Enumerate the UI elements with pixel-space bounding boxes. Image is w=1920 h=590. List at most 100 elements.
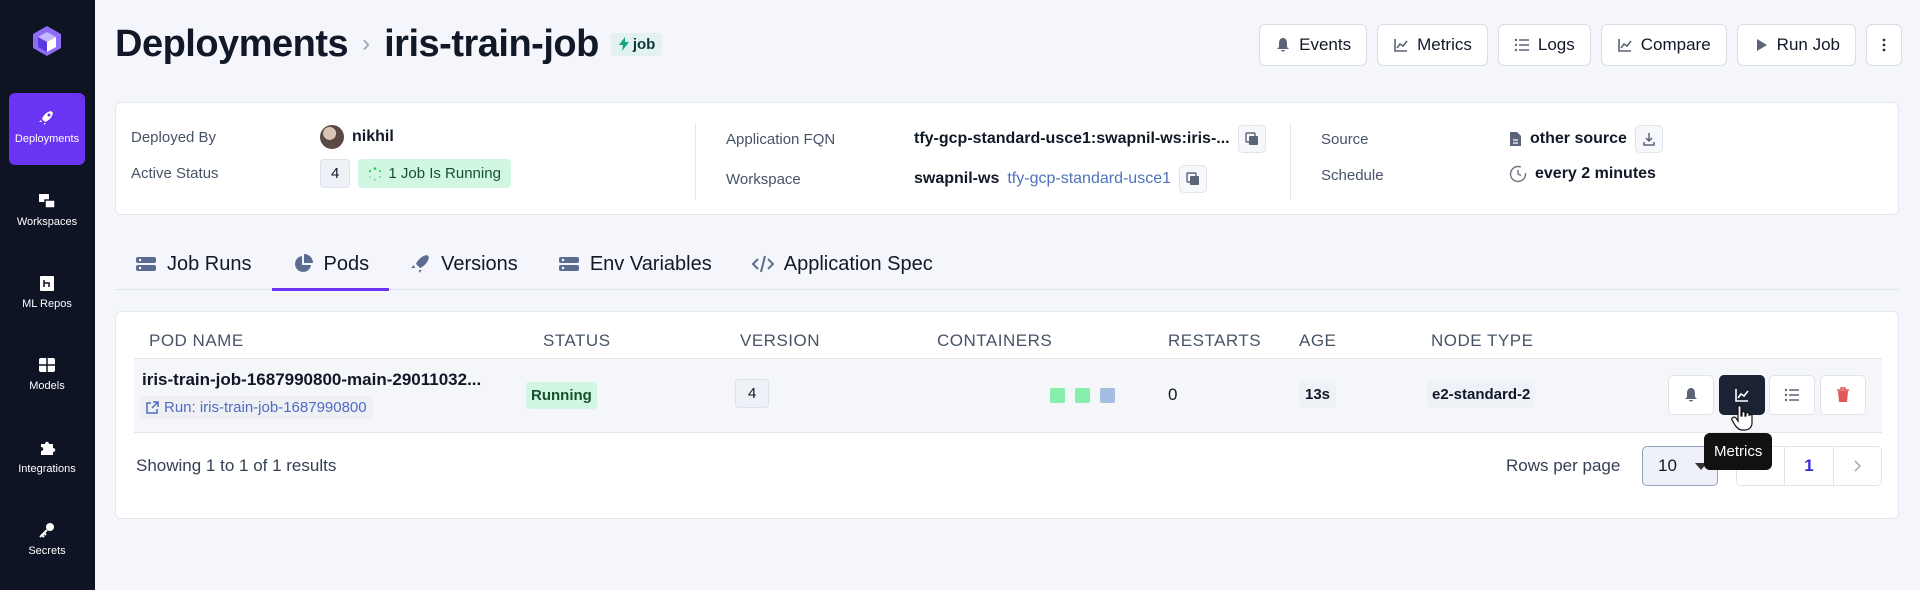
tab-env-variables[interactable]: Env Variables: [538, 238, 732, 290]
next-page-button[interactable]: [1834, 447, 1881, 485]
tab-application-spec[interactable]: Application Spec: [732, 238, 953, 290]
server-icon: [136, 257, 156, 271]
hand-cursor-icon: [1731, 405, 1753, 431]
tab-label: Pods: [323, 252, 370, 275]
list-icon: [1784, 388, 1799, 402]
key-icon: [39, 523, 54, 538]
tab-label: Job Runs: [167, 252, 252, 275]
chart-line-icon: [1394, 39, 1408, 52]
metrics-button[interactable]: Metrics: [1377, 24, 1488, 66]
schedule-text: every 2 minutes: [1535, 165, 1656, 182]
container-status-indicator[interactable]: [1075, 388, 1090, 403]
external-link-icon: [146, 401, 159, 414]
rocket-icon: [39, 111, 53, 125]
copy-icon: [1186, 172, 1199, 185]
active-version-count: 4: [320, 159, 351, 188]
sidebar-item-ml-repos[interactable]: ML Repos: [9, 258, 85, 330]
job-badge-label: job: [632, 35, 656, 53]
models-icon: [39, 358, 55, 372]
deployed-by-label: Deployed By: [131, 129, 217, 146]
column-header-age[interactable]: AGE: [1299, 331, 1336, 351]
sidebar-item-models[interactable]: Models: [9, 340, 85, 412]
events-button-label: Events: [1299, 35, 1352, 54]
metrics-tooltip: Metrics: [1704, 433, 1773, 470]
copy-fqn-button[interactable]: [1237, 125, 1266, 153]
pod-name: iris-train-job-1687990800-main-29011032.…: [142, 370, 482, 389]
trash-icon: [1837, 387, 1849, 402]
copy-workspace-button[interactable]: [1179, 165, 1207, 193]
sidebar-item-secrets[interactable]: Secrets: [9, 505, 85, 577]
tab-versions[interactable]: Versions: [389, 238, 538, 290]
column-header-pod-name[interactable]: POD NAME: [149, 331, 244, 351]
tab-label: Application Spec: [783, 252, 933, 275]
tab-label: Versions: [441, 252, 518, 275]
column-header-restarts[interactable]: RESTARTS: [1168, 331, 1261, 351]
deployed-by-value: nikhil: [320, 125, 394, 149]
truefoundry-logo[interactable]: [30, 24, 64, 58]
code-icon: [751, 255, 774, 273]
deployed-by-name: nikhil: [352, 128, 394, 145]
run-job-button-label: Run Job: [1776, 35, 1840, 54]
tab-job-runs[interactable]: Job Runs: [115, 238, 272, 290]
run-job-button[interactable]: Run Job: [1736, 24, 1856, 66]
column-header-version[interactable]: VERSION: [740, 331, 820, 351]
version-badge[interactable]: 4: [735, 379, 770, 408]
sidebar: Deployments Workspaces ML Repos Models I…: [0, 0, 95, 590]
pod-delete-button[interactable]: [1820, 375, 1866, 415]
divider: [1290, 123, 1291, 201]
tab-label: Env Variables: [589, 252, 712, 275]
sidebar-item-deployments[interactable]: Deployments: [9, 93, 85, 165]
header-toolbar: Events Metrics Logs Compare Run Job: [1259, 24, 1902, 66]
breadcrumb-root[interactable]: Deployments: [115, 23, 349, 66]
spinner-icon: [369, 166, 382, 180]
container-status-indicator[interactable]: [1100, 388, 1115, 403]
kebab-menu-icon: [1882, 38, 1886, 52]
page-title: iris-train-job: [384, 22, 599, 65]
play-icon: [1756, 39, 1767, 51]
chevron-right-icon: [1854, 460, 1862, 472]
status-badge: Running: [526, 382, 597, 409]
sidebar-item-label: Secrets: [28, 545, 66, 557]
column-header-node-type[interactable]: NODE TYPE: [1431, 331, 1533, 351]
column-header-containers[interactable]: CONTAINERS: [937, 331, 1052, 351]
download-icon: [1643, 133, 1655, 146]
events-button[interactable]: Events: [1259, 24, 1368, 66]
node-type-badge: e2-standard-2: [1427, 381, 1536, 408]
pod-logs-button[interactable]: [1769, 375, 1815, 415]
workspace-name[interactable]: swapnil-ws: [914, 170, 999, 188]
pods-table-card: POD NAME STATUS VERSION CONTAINERS RESTA…: [115, 311, 1899, 519]
workspace-cluster-link[interactable]: tfy-gcp-standard-usce1: [1007, 170, 1171, 188]
fqn-label: Application FQN: [726, 131, 836, 148]
download-source-button[interactable]: [1634, 125, 1663, 153]
active-status-label: Active Status: [131, 165, 219, 182]
tab-pods[interactable]: Pods: [271, 238, 390, 291]
ml-repos-icon: [40, 276, 54, 291]
run-link[interactable]: Run: iris-train-job-1687990800: [140, 396, 373, 419]
sidebar-item-integrations[interactable]: Integrations: [9, 423, 85, 495]
tab-bar: Job Runs Pods Versions Env Variables App…: [115, 238, 1899, 291]
file-icon: [1510, 132, 1521, 146]
avatar: [320, 125, 344, 149]
compare-button[interactable]: Compare: [1600, 24, 1727, 66]
logs-button[interactable]: Logs: [1497, 24, 1591, 66]
pie-chart-icon: [294, 254, 313, 272]
pod-events-button[interactable]: [1668, 375, 1714, 415]
table-row[interactable]: iris-train-job-1687990800-main-29011032.…: [134, 359, 1882, 433]
run-link-text: Run: iris-train-job-1687990800: [164, 399, 367, 416]
workspace-value: swapnil-ws tfy-gcp-standard-usce1: [914, 165, 1207, 193]
sidebar-item-label: Workspaces: [16, 216, 78, 228]
logs-button-label: Logs: [1537, 35, 1575, 54]
sidebar-item-workspaces[interactable]: Workspaces: [9, 176, 85, 248]
column-header-status[interactable]: STATUS: [543, 331, 611, 351]
puzzle-icon: [41, 441, 56, 455]
rocket-icon: [411, 255, 430, 273]
bell-icon: [1685, 388, 1697, 402]
deployment-info-card: Deployed By nikhil Active Status 4 1 Job…: [115, 102, 1899, 215]
container-status-indicator[interactable]: [1050, 388, 1065, 403]
running-status-text: 1 Job Is Running: [388, 165, 501, 182]
fqn-text: tfy-gcp-standard-usce1:swapnil-ws:iris-.…: [914, 130, 1230, 147]
page-number-button[interactable]: 1: [1784, 447, 1834, 485]
more-options-button[interactable]: [1866, 24, 1902, 66]
rows-per-page-value: 10: [1658, 456, 1677, 475]
restarts-count: 0: [1168, 385, 1178, 404]
